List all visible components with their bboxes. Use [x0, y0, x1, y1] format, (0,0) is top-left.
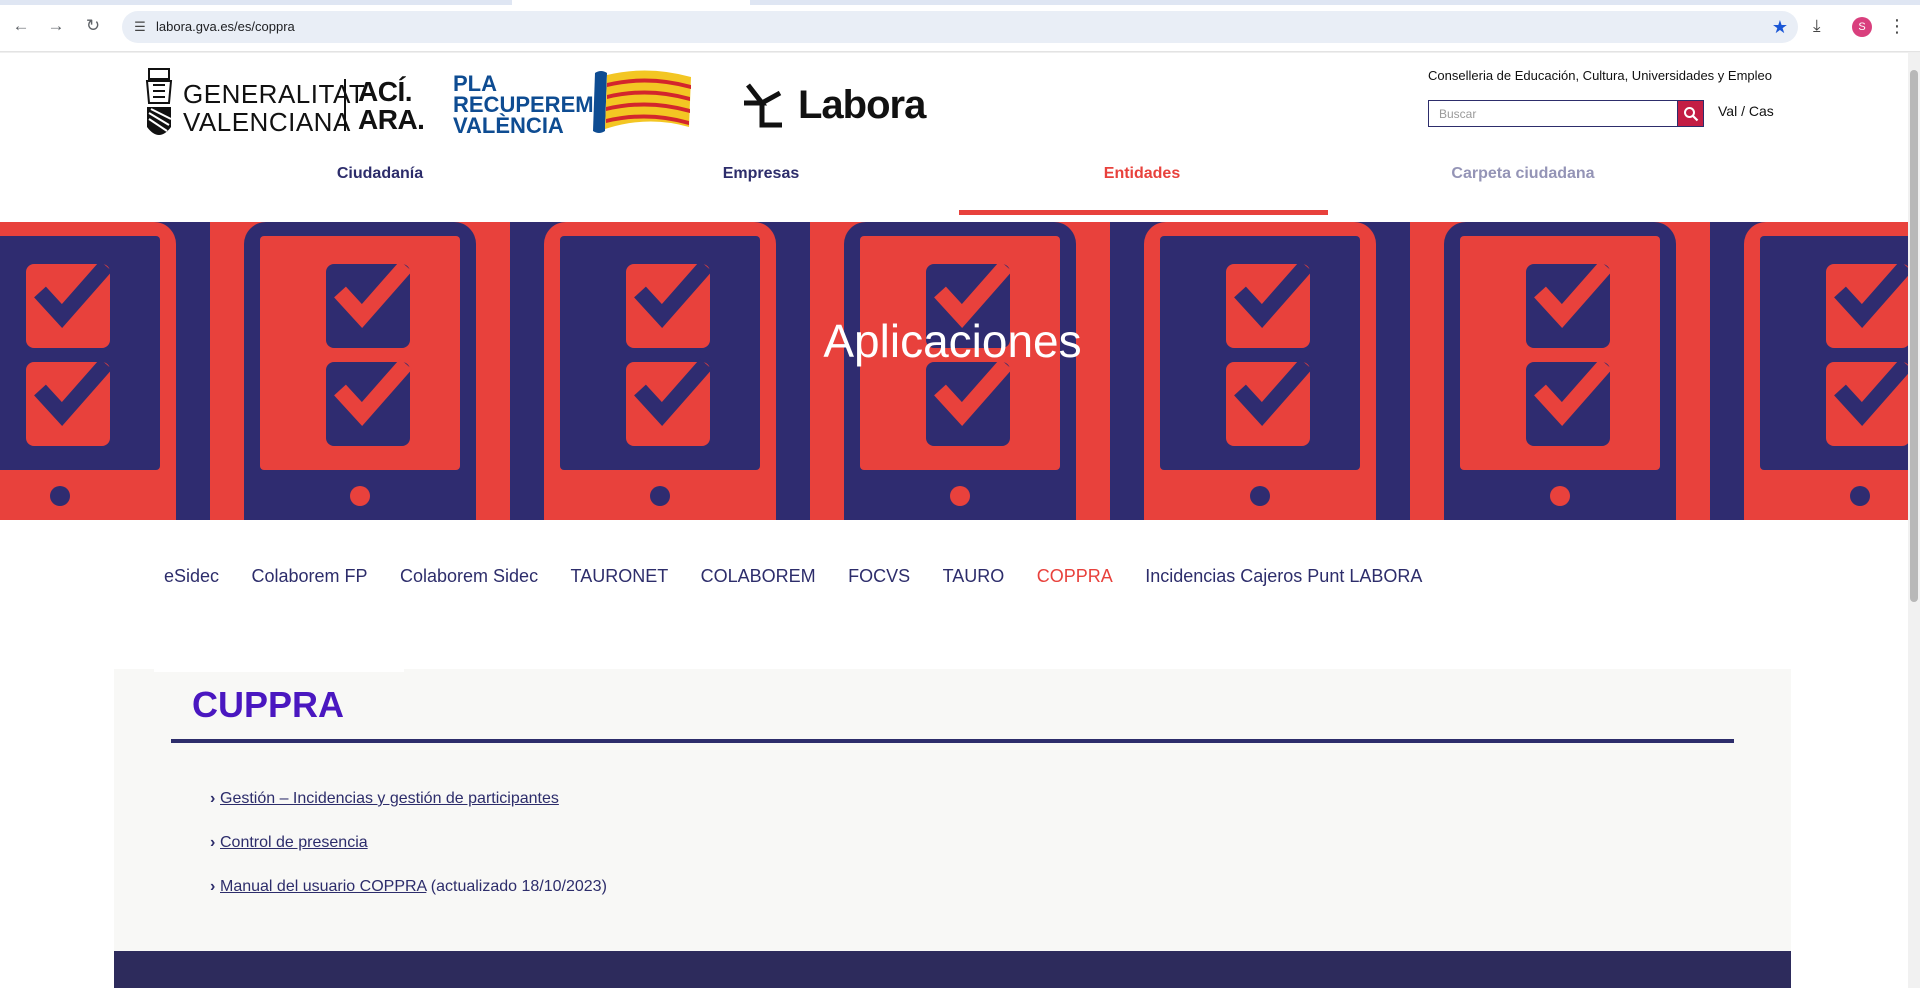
scrollbar-thumb[interactable] [1910, 70, 1918, 602]
chevron-right-icon: › [210, 790, 216, 807]
search-icon [1684, 107, 1699, 122]
web-page: GENERALITAT VALENCIANA ACÍ. ARA. PLA REC… [0, 53, 1908, 988]
site-footer [114, 951, 1791, 988]
generalitat-logo[interactable]: GENERALITAT VALENCIANA ACÍ. ARA. [143, 67, 425, 143]
labora-logo[interactable]: Labora [740, 81, 926, 131]
ara-text: ARA. [358, 104, 425, 135]
main-nav-ciudadania[interactable]: Ciudadanía [190, 163, 570, 185]
hero-banner: Aplicaciones [0, 222, 1908, 520]
link-control-presencia[interactable]: Control de presencia [220, 834, 368, 851]
conselleria-label: Conselleria de Educación, Cultura, Unive… [1428, 68, 1772, 83]
main-nav: Ciudadanía Empresas Entidades Carpeta ci… [190, 163, 1712, 199]
chevron-right-icon: › [210, 834, 216, 851]
banner-phone-button [1550, 486, 1570, 506]
panel-tab-mark [154, 668, 404, 672]
banner-phone-button [650, 486, 670, 506]
labora-wordmark: Labora [798, 83, 926, 127]
page-scrollbar[interactable] [1908, 53, 1920, 988]
pla-line2: RECUPEREM [453, 92, 594, 117]
subnav-tauro[interactable]: TAURO [943, 564, 1005, 588]
main-nav-active-indicator [959, 210, 1328, 215]
subnav-colaborem[interactable]: COLABOREM [701, 564, 816, 588]
pla-line3: VALÈNCIA [453, 113, 564, 138]
main-nav-entidades[interactable]: Entidades [952, 163, 1332, 185]
coppra-panel: CUPPRA › Gestión – Incidencias y gestión … [114, 668, 1791, 988]
gva-line1: GENERALITAT [183, 79, 366, 109]
aci-text: ACÍ. [358, 76, 413, 107]
subnav-focvs[interactable]: FOCVS [848, 564, 910, 588]
panel-links: › Gestión – Incidencias y gestión de part… [210, 789, 607, 921]
aci-ara-text: ACÍ. ARA. [358, 76, 425, 135]
gva-logo-text: GENERALITAT VALENCIANA [183, 80, 365, 136]
kebab-menu-icon[interactable]: ⋮ [1888, 15, 1906, 37]
address-bar[interactable]: ☰ labora.gva.es/es/coppra ★ [122, 11, 1798, 43]
applications-subnav: eSidec Colaborem FP Colaborem Sidec TAUR… [164, 564, 1450, 588]
pla-line1: PLA [453, 71, 497, 96]
generalitat-crest-icon [145, 68, 173, 135]
download-icon[interactable]: ⤓ [1813, 15, 1821, 37]
pla-recuperem-logo[interactable]: PLA RECUPEREM VALÈNCIA [453, 69, 697, 139]
senyera-flag-icon [593, 70, 691, 133]
link-gestion-incidencias[interactable]: Gestión – Incidencias y gestión de parti… [220, 790, 559, 807]
subnav-coppra[interactable]: COPPRA [1037, 564, 1113, 588]
banner-phone-button [1250, 486, 1270, 506]
banner-phone-button [1850, 486, 1870, 506]
subnav-colaborem-fp[interactable]: Colaborem FP [252, 564, 368, 588]
tab-strip [0, 0, 1920, 5]
search-box [1428, 100, 1704, 127]
back-icon[interactable]: ← [10, 15, 32, 37]
link-row: › Control de presencia [210, 833, 607, 877]
chevron-right-icon: › [210, 878, 216, 895]
subnav-esidec[interactable]: eSidec [164, 564, 219, 588]
forward-icon[interactable]: → [45, 15, 67, 37]
site-settings-icon[interactable]: ☰ [130, 17, 150, 37]
address-url[interactable]: labora.gva.es/es/coppra [156, 19, 295, 34]
subnav-incidencias-cajeros[interactable]: Incidencias Cajeros Punt LABORA [1145, 564, 1422, 588]
banner-phone-button [50, 486, 70, 506]
subnav-tauronet[interactable]: TAURONET [571, 564, 669, 588]
pla-logo-text: PLA RECUPEREM VALÈNCIA [453, 71, 594, 138]
search-input[interactable] [1429, 101, 1676, 126]
panel-title: CUPPRA [192, 684, 345, 725]
content-area: eSidec Colaborem FP Colaborem Sidec TAUR… [114, 524, 1791, 988]
panel-divider [171, 739, 1734, 743]
labora-mark-icon [744, 83, 782, 128]
reload-icon[interactable]: ↻ [82, 15, 104, 37]
language-toggle[interactable]: Val / Cas [1718, 103, 1774, 119]
browser-chrome: ← → ↻ ☰ labora.gva.es/es/coppra ★ ⤓ S ⋮ [0, 0, 1920, 52]
link-note: (actualizado 18/10/2023) [426, 878, 607, 895]
phone-tiles [0, 222, 1908, 520]
gva-separator [344, 79, 346, 131]
subnav-colaborem-sidec[interactable]: Colaborem Sidec [400, 564, 538, 588]
link-row: › Gestión – Incidencias y gestión de part… [210, 789, 607, 833]
main-nav-carpeta-ciudadana[interactable]: Carpeta ciudadana [1333, 163, 1713, 185]
link-manual-usuario-coppra[interactable]: Manual del usuario COPPRA [220, 878, 426, 895]
active-tab[interactable] [512, 0, 750, 5]
search-button[interactable] [1677, 100, 1704, 127]
banner-phone-button [950, 486, 970, 506]
bookmark-star-icon[interactable]: ★ [1772, 16, 1788, 38]
banner-phone-button [350, 486, 370, 506]
banner-pattern [0, 222, 1908, 520]
link-row: › Manual del usuario COPPRA (actualizado … [210, 877, 607, 921]
banner-title: Aplicaciones [823, 315, 1082, 367]
profile-avatar[interactable]: S [1852, 17, 1872, 37]
main-nav-empresas[interactable]: Empresas [571, 163, 951, 185]
gva-line2: VALENCIANA [183, 107, 351, 137]
